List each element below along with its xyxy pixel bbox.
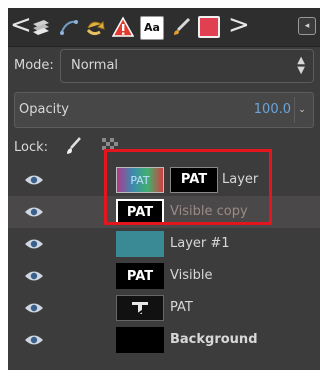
layer-thumbnail <box>116 231 164 257</box>
layer-thumbnail: PAT <box>116 167 164 193</box>
opacity-spin-button[interactable]: ⌄ <box>294 97 309 123</box>
layers-dock: < Aa > ◂ Mode: Normal ▲ ▼ Opacity 100.0 … <box>8 8 320 370</box>
eye-icon[interactable] <box>24 205 44 219</box>
pattern-icon[interactable] <box>198 16 220 38</box>
layer-row[interactable]: PAT <box>8 292 320 324</box>
mode-label: Mode: <box>14 58 54 73</box>
eye-icon[interactable] <box>24 269 44 283</box>
layer-name[interactable]: Background <box>170 332 258 347</box>
opacity-label: Opacity <box>19 102 70 117</box>
warning-icon[interactable] <box>112 16 134 38</box>
tab-scroll-right[interactable]: > <box>228 10 250 42</box>
eye-icon[interactable] <box>24 333 44 347</box>
lock-pixels-icon[interactable] <box>64 136 84 156</box>
layer-row[interactable]: PAT Visible <box>8 260 320 292</box>
tab-menu-button[interactable]: ◂ <box>298 17 316 35</box>
text-layer-thumbnail <box>116 295 164 321</box>
layer-name[interactable]: Layer <box>222 172 258 187</box>
layer-name[interactable]: PAT <box>170 300 193 315</box>
brush-icon[interactable] <box>170 16 192 38</box>
layer-thumbnail: PAT <box>116 263 164 289</box>
fonts-icon[interactable]: Aa <box>140 16 164 40</box>
layers-icon[interactable] <box>30 16 52 38</box>
layer-row[interactable]: PAT Visible copy <box>8 196 320 228</box>
layer-row[interactable]: PAT PAT Layer <box>8 164 320 196</box>
layer-name[interactable]: Visible <box>170 268 212 283</box>
chevron-up-down-icon: ▲ ▼ <box>297 55 305 76</box>
layer-row[interactable]: Layer #1 <box>8 228 320 260</box>
eye-icon[interactable] <box>24 237 44 251</box>
mode-value: Normal <box>71 58 119 73</box>
dock-tab-strip: < Aa > ◂ <box>8 8 320 47</box>
opacity-value: 100.0 <box>253 102 291 117</box>
undo-history-icon[interactable] <box>84 16 106 38</box>
eye-icon[interactable] <box>24 173 44 187</box>
layer-row[interactable]: Background <box>8 324 320 356</box>
lock-label: Lock: <box>14 140 49 155</box>
tab-scroll-left[interactable]: < <box>10 10 32 42</box>
layers-list: PAT PAT Layer PAT Visible copy Layer #1 <box>8 164 320 370</box>
lock-position-icon[interactable] <box>100 136 120 156</box>
eye-icon[interactable] <box>24 301 44 315</box>
layer-mask-thumbnail: PAT <box>170 167 218 193</box>
layer-thumbnail: PAT <box>116 199 164 225</box>
opacity-slider[interactable]: Opacity 100.0 ⌄ <box>14 92 314 128</box>
layer-thumbnail <box>116 327 164 353</box>
paths-icon[interactable] <box>58 16 80 38</box>
layer-name[interactable]: Visible copy <box>170 204 248 219</box>
text-layer-icon <box>132 302 148 317</box>
layer-name[interactable]: Layer #1 <box>170 236 230 251</box>
mode-select[interactable]: Normal ▲ ▼ <box>60 49 314 83</box>
